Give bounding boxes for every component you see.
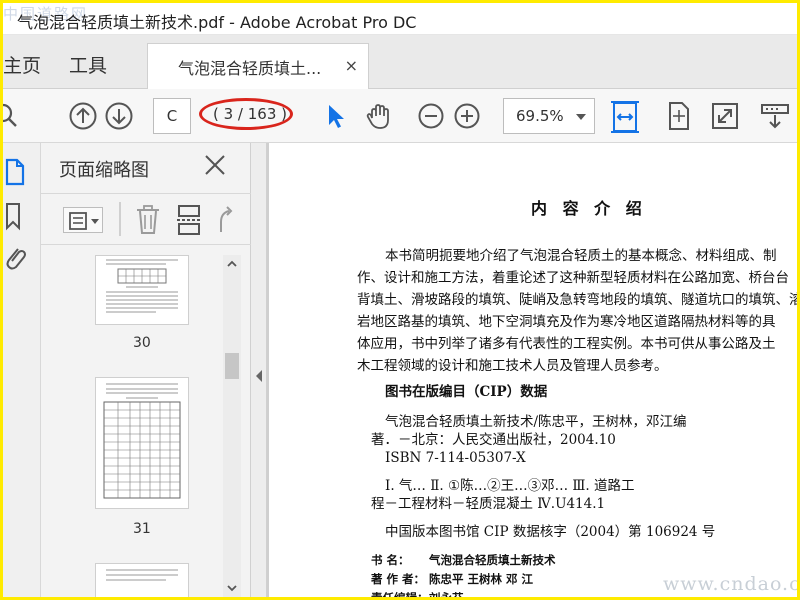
thumbnails-panel: 页面缩略图 30 31 [41,143,251,597]
document-view[interactable]: 内 容 介 绍 本书简明扼要地介绍了气泡混合轻质土的基本概念、材料组成、制 作、… [267,143,797,597]
select-cursor-icon[interactable] [319,100,351,132]
cip-title: 图书在版编目（CIP）数据 [385,384,548,400]
page-number-input[interactable]: C [153,98,191,134]
window-title: 气泡混合轻质填土新技术.pdf - Adobe Acrobat Pro DC [17,13,417,32]
classification-line: 程－工程材料－轻质混凝土 Ⅳ.U414.1 [371,496,606,512]
thumbnail-scrollbar[interactable] [223,255,241,597]
fit-width-icon[interactable] [611,100,639,134]
chevron-down-icon [576,114,586,120]
title-bar: 中国道路网 气泡混合轻质填土新技术.pdf - Adobe Acrobat Pr… [3,3,797,35]
collapse-panel-arrow-icon[interactable] [254,369,264,383]
tab-tools[interactable]: 工具 [69,51,107,78]
summary-line: 本书简明扼要地介绍了气泡混合轻质土的基本概念、材料组成、制 [385,248,777,264]
panel-title: 页面缩略图 [59,160,149,181]
document-tab-label: 气泡混合轻质填土... [178,59,322,78]
scrollbar-thumb[interactable] [225,353,239,379]
search-icon[interactable] [3,100,23,132]
extract-pages-icon[interactable] [175,204,203,236]
tab-document[interactable]: 气泡混合轻质填土... × [147,43,369,89]
thumbnail-page-30[interactable] [95,255,189,325]
zoom-level-value: 69.5% [516,107,564,125]
delete-page-icon[interactable] [135,204,161,236]
zoom-level-select[interactable]: 69.5% [503,98,595,134]
thumbnail-toolbar [41,193,251,245]
toolbar: C ( 3 / 163 ) 69.5% [3,89,797,143]
toolbar-divider [119,202,121,236]
page-thumbnails-icon[interactable] [3,157,31,187]
summary-line: 背填土、滑坡路段的填筑、陡峭及急转弯地段的填筑、隧道坑口的填筑、溶 [357,292,797,308]
meta-label: 责任编辑： [371,587,429,597]
panel-splitter[interactable] [251,143,267,597]
navigation-rail [3,143,41,597]
bookmark-icon[interactable] [3,201,31,231]
meta-value: 刘永芬 [429,587,464,597]
thumbnail-page-next[interactable] [95,563,189,597]
read-mode-icon[interactable] [759,100,791,132]
document-heading: 内 容 介 绍 [531,199,647,218]
tab-bar: 主页 工具 气泡混合轻质填土... × [3,35,797,89]
rotate-page-icon[interactable] [215,206,239,234]
summary-line: 体应用，书中列举了诸多有代表性的工程实例。本书可供从事公路及土 [357,336,776,352]
summary-line: 木工程领域的设计和施工技术人员及管理人员参考。 [357,358,668,374]
red-highlight-circle [199,98,293,130]
acrobat-window: 中国道路网 气泡混合轻质填土新技术.pdf - Adobe Acrobat Pr… [3,3,797,597]
thumbnail-page-31[interactable] [95,377,189,509]
thumbnail-label-31: 31 [133,521,151,537]
hand-tool-icon[interactable] [363,100,395,132]
zoom-out-button[interactable] [415,100,447,132]
summary-line: 岩地区路基的填筑、地下空洞填充及作为寒冷地区道路隔热材料等的具 [357,314,776,330]
close-panel-icon[interactable] [203,153,227,177]
close-tab-icon[interactable]: × [345,56,358,75]
zoom-in-button[interactable] [451,100,483,132]
previous-page-button[interactable] [67,100,99,132]
cip-line: ISBN 7-114-05307-X [385,450,526,466]
thumbnail-options-menu[interactable] [63,207,103,233]
page-edge [267,143,269,597]
site-watermark-bottom: www.cndao.com [663,573,797,595]
full-screen-icon[interactable] [709,100,741,132]
attachment-icon[interactable] [3,243,31,273]
scroll-up-arrow-icon[interactable] [223,255,241,273]
fit-page-icon[interactable] [663,100,695,132]
summary-line: 作、设计和施工方法，着重论述了这种新型轻质材料在公路加宽、桥台台 [357,270,789,286]
next-page-button[interactable] [103,100,135,132]
tab-home[interactable]: 主页 [3,51,41,78]
cip-number: 中国版本图书馆 CIP 数据核字（2004）第 106924 号 [385,524,716,540]
scroll-down-arrow-icon[interactable] [223,579,241,597]
thumbnail-label-30: 30 [133,335,151,351]
